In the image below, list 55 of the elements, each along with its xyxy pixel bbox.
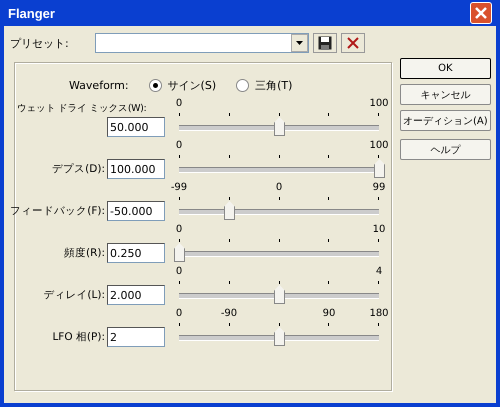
- value-field[interactable]: 100.000: [107, 159, 165, 179]
- close-icon: [475, 7, 487, 19]
- preset-label: プリセット:: [10, 36, 69, 50]
- slider-thumb[interactable]: [374, 159, 385, 178]
- tick-label: 90: [322, 307, 336, 320]
- tick-label: 0: [176, 139, 182, 152]
- tick-label: 0: [276, 181, 282, 194]
- tick-label: 99: [372, 181, 386, 194]
- value-field[interactable]: 2.000: [107, 285, 165, 305]
- slider[interactable]: 0 10: [167, 223, 391, 265]
- delete-button[interactable]: [340, 33, 365, 53]
- value-field[interactable]: -50.000: [107, 201, 165, 221]
- dialog-button[interactable]: キャンセル: [400, 84, 491, 105]
- slider[interactable]: -99 0 99: [167, 181, 391, 223]
- radio-option[interactable]: サイン(S): [148, 78, 216, 92]
- slider[interactable]: 0 4: [167, 265, 391, 307]
- parameter-label: ウェット ドライ ミックス(W):: [16, 102, 146, 115]
- tick-label: 0: [176, 223, 182, 236]
- parameter-label: LFO 相(P):: [52, 330, 105, 344]
- window-title: Flanger: [8, 6, 55, 20]
- slider-thumb[interactable]: [274, 327, 285, 346]
- save-button[interactable]: [312, 33, 337, 53]
- tick-label: 10: [372, 223, 386, 236]
- tick-label: 100: [369, 97, 389, 110]
- parameter-label: ディレイ(L):: [43, 288, 105, 302]
- radio-option[interactable]: 三角(T): [236, 78, 296, 92]
- tick-label: 180: [369, 307, 389, 320]
- slider-thumb[interactable]: [274, 285, 285, 304]
- dialog-button[interactable]: OK: [400, 58, 491, 79]
- dropdown-button[interactable]: [290, 34, 308, 52]
- tick-label: 0: [176, 265, 182, 278]
- tick-label: 0: [176, 307, 182, 320]
- parameter-label: フィードバック(F):: [10, 204, 105, 218]
- slider-thumb[interactable]: [174, 243, 185, 262]
- close-icon: [346, 37, 359, 49]
- slider[interactable]: 0 100: [167, 139, 391, 181]
- tick-label: -90: [220, 307, 238, 320]
- caret-icon: [296, 41, 303, 45]
- slider[interactable]: 0 -90 90 180: [167, 307, 391, 349]
- slider-thumb[interactable]: [224, 201, 235, 220]
- tick-label: 4: [376, 265, 382, 278]
- value-field[interactable]: 50.000: [107, 117, 165, 137]
- slider[interactable]: 0 100: [167, 97, 391, 139]
- close-button[interactable]: [470, 2, 492, 24]
- tick-label: -99: [170, 181, 188, 194]
- tick-label: 100: [369, 139, 389, 152]
- value-field[interactable]: 2: [107, 327, 165, 347]
- value-field[interactable]: 0.250: [107, 243, 165, 263]
- waveform-label: Waveform:: [69, 78, 129, 92]
- parameter-label: デプス(D):: [52, 162, 105, 176]
- parameter-label: 頻度(R):: [64, 246, 105, 260]
- dialog-button[interactable]: ヘルプ: [400, 139, 491, 160]
- dialog-button[interactable]: オーディション(A): [400, 110, 491, 131]
- slider-thumb[interactable]: [274, 117, 285, 136]
- tick-label: 0: [176, 97, 182, 110]
